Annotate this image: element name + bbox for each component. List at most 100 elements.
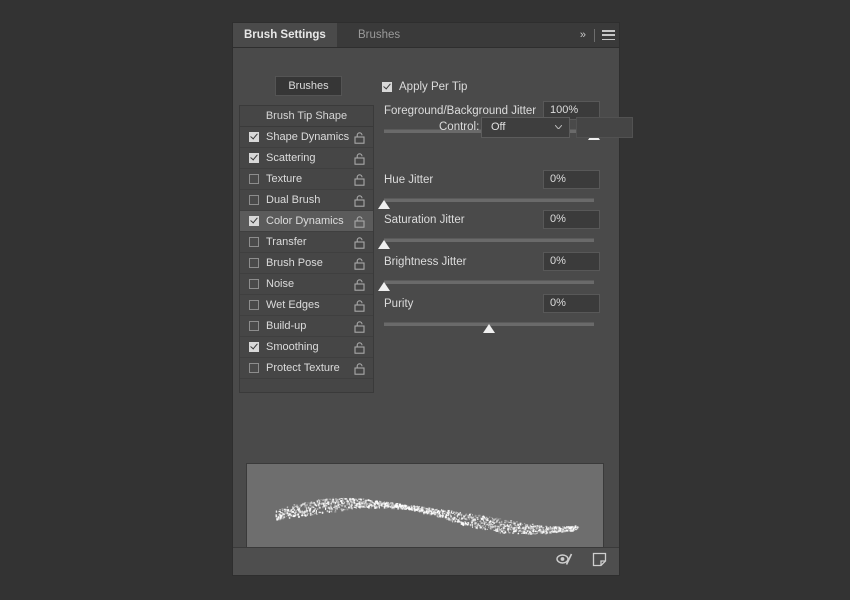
tab-divider bbox=[594, 29, 595, 42]
hamburger-menu-icon[interactable] bbox=[602, 30, 615, 40]
purity-label: Purity bbox=[384, 298, 413, 310]
slider-track bbox=[384, 280, 594, 284]
apply-per-tip-label: Apply Per Tip bbox=[399, 81, 467, 93]
brush-option-checkbox[interactable] bbox=[249, 195, 259, 205]
brush-option-label: Texture bbox=[266, 173, 302, 185]
brush-stroke-preview bbox=[246, 463, 604, 559]
brush-option-row[interactable]: Build-up bbox=[240, 316, 373, 337]
panel-body: Brushes Brush Tip Shape Shape Dynamics S… bbox=[233, 48, 619, 575]
slider-thumb[interactable] bbox=[483, 324, 495, 333]
unlocked-padlock-icon[interactable] bbox=[354, 278, 365, 290]
brush-option-checkbox[interactable] bbox=[249, 258, 259, 268]
brush-option-label: Color Dynamics bbox=[266, 215, 344, 227]
hue-jitter-slider[interactable] bbox=[384, 196, 594, 210]
brush-option-row[interactable]: Texture bbox=[240, 169, 373, 190]
brush-option-label: Dual Brush bbox=[266, 194, 320, 206]
unlocked-padlock-icon[interactable] bbox=[354, 152, 365, 164]
purity-slider[interactable] bbox=[384, 320, 594, 334]
brush-option-row[interactable]: Transfer bbox=[240, 232, 373, 253]
panel-footer bbox=[233, 547, 619, 575]
slider-thumb[interactable] bbox=[378, 240, 390, 249]
unlocked-padlock-icon[interactable] bbox=[354, 362, 365, 374]
brush-option-row[interactable]: Brush Pose bbox=[240, 253, 373, 274]
brush-option-checkbox[interactable] bbox=[249, 279, 259, 289]
brightness-jitter-value[interactable]: 0% bbox=[543, 252, 600, 271]
control-dropdown[interactable]: Off bbox=[481, 117, 570, 138]
tab-brushes[interactable]: Brushes bbox=[347, 23, 411, 47]
brush-option-row[interactable]: Dual Brush bbox=[240, 190, 373, 211]
brush-option-label: Transfer bbox=[266, 236, 307, 248]
unlocked-padlock-icon[interactable] bbox=[354, 321, 365, 333]
brush-option-label: Wet Edges bbox=[266, 299, 320, 311]
brush-option-label: Scattering bbox=[266, 152, 316, 164]
unlocked-padlock-icon[interactable] bbox=[354, 363, 365, 375]
brush-stroke-graphic bbox=[247, 464, 603, 558]
fg-bg-jitter-label: Foreground/Background Jitter bbox=[384, 105, 536, 117]
brush-option-checkbox[interactable] bbox=[249, 300, 259, 310]
brush-tip-shape-header[interactable]: Brush Tip Shape bbox=[240, 106, 373, 127]
unlocked-padlock-icon[interactable] bbox=[354, 341, 365, 353]
control-extra-field[interactable] bbox=[576, 117, 633, 138]
unlocked-padlock-icon[interactable] bbox=[354, 300, 365, 312]
hue-jitter-value[interactable]: 0% bbox=[543, 170, 600, 189]
unlocked-padlock-icon[interactable] bbox=[354, 236, 365, 248]
brush-settings-panel: Brush Settings Brushes » Brushes Brush T… bbox=[232, 22, 620, 576]
unlocked-padlock-icon[interactable] bbox=[354, 132, 365, 144]
brushes-button[interactable]: Brushes bbox=[275, 76, 342, 96]
chevron-down-icon bbox=[555, 125, 562, 129]
panel-tab-tools: » bbox=[578, 23, 615, 47]
brush-option-label: Smoothing bbox=[266, 341, 319, 353]
unlocked-padlock-icon[interactable] bbox=[354, 257, 365, 269]
unlocked-padlock-icon[interactable] bbox=[354, 320, 365, 332]
unlocked-padlock-icon[interactable] bbox=[354, 174, 365, 186]
unlocked-padlock-icon[interactable] bbox=[354, 237, 365, 249]
slider-thumb[interactable] bbox=[378, 282, 390, 291]
brush-option-row[interactable]: Shape Dynamics bbox=[240, 127, 373, 148]
brush-option-row[interactable]: Scattering bbox=[240, 148, 373, 169]
saturation-jitter-value[interactable]: 0% bbox=[543, 210, 600, 229]
brush-option-row[interactable]: Color Dynamics bbox=[240, 211, 373, 232]
unlocked-padlock-icon[interactable] bbox=[354, 131, 365, 143]
brush-option-rows: Shape Dynamics Scattering Texture Dual B… bbox=[240, 127, 373, 379]
slider-track bbox=[384, 198, 594, 202]
brightness-jitter-slider[interactable] bbox=[384, 278, 594, 292]
unlocked-padlock-icon[interactable] bbox=[354, 299, 365, 311]
purity-value[interactable]: 0% bbox=[543, 294, 600, 313]
unlocked-padlock-icon[interactable] bbox=[354, 258, 365, 270]
brush-option-row[interactable]: Noise bbox=[240, 274, 373, 295]
unlocked-padlock-icon[interactable] bbox=[354, 195, 365, 207]
apply-per-tip-checkbox[interactable] bbox=[382, 82, 392, 92]
brush-option-checkbox[interactable] bbox=[249, 237, 259, 247]
unlocked-padlock-icon[interactable] bbox=[354, 216, 365, 228]
slider-thumb[interactable] bbox=[378, 200, 390, 209]
unlocked-padlock-icon[interactable] bbox=[354, 173, 365, 185]
panel-tab-bar: Brush Settings Brushes » bbox=[233, 23, 619, 48]
new-brush-icon[interactable] bbox=[592, 552, 607, 572]
brush-option-checkbox[interactable] bbox=[249, 321, 259, 331]
unlocked-padlock-icon[interactable] bbox=[354, 194, 365, 206]
saturation-jitter-slider[interactable] bbox=[384, 236, 594, 250]
brush-option-row[interactable]: Smoothing bbox=[240, 337, 373, 358]
tab-brush-settings[interactable]: Brush Settings bbox=[233, 23, 337, 47]
unlocked-padlock-icon[interactable] bbox=[354, 153, 365, 165]
hue-jitter-label: Hue Jitter bbox=[384, 174, 433, 186]
brush-option-checkbox[interactable] bbox=[249, 216, 259, 226]
brush-option-checkbox[interactable] bbox=[249, 363, 259, 373]
brush-option-label: Build-up bbox=[266, 320, 306, 332]
unlocked-padlock-icon[interactable] bbox=[354, 279, 365, 291]
brush-option-label: Noise bbox=[266, 278, 294, 290]
brush-option-checkbox[interactable] bbox=[249, 132, 259, 142]
double-chevron-right-icon[interactable]: » bbox=[578, 29, 587, 41]
unlocked-padlock-icon[interactable] bbox=[354, 215, 365, 227]
brush-option-checkbox[interactable] bbox=[249, 342, 259, 352]
apply-per-tip-row[interactable]: Apply Per Tip bbox=[382, 81, 467, 93]
brush-option-checkbox[interactable] bbox=[249, 153, 259, 163]
brush-option-checkbox[interactable] bbox=[249, 174, 259, 184]
toggle-brush-settings-icon[interactable] bbox=[555, 552, 575, 571]
unlocked-padlock-icon[interactable] bbox=[354, 342, 365, 354]
brush-option-label: Brush Pose bbox=[266, 257, 323, 269]
brightness-jitter-label: Brightness Jitter bbox=[384, 256, 466, 268]
slider-track bbox=[384, 238, 594, 242]
brush-option-row[interactable]: Protect Texture bbox=[240, 358, 373, 379]
brush-option-row[interactable]: Wet Edges bbox=[240, 295, 373, 316]
